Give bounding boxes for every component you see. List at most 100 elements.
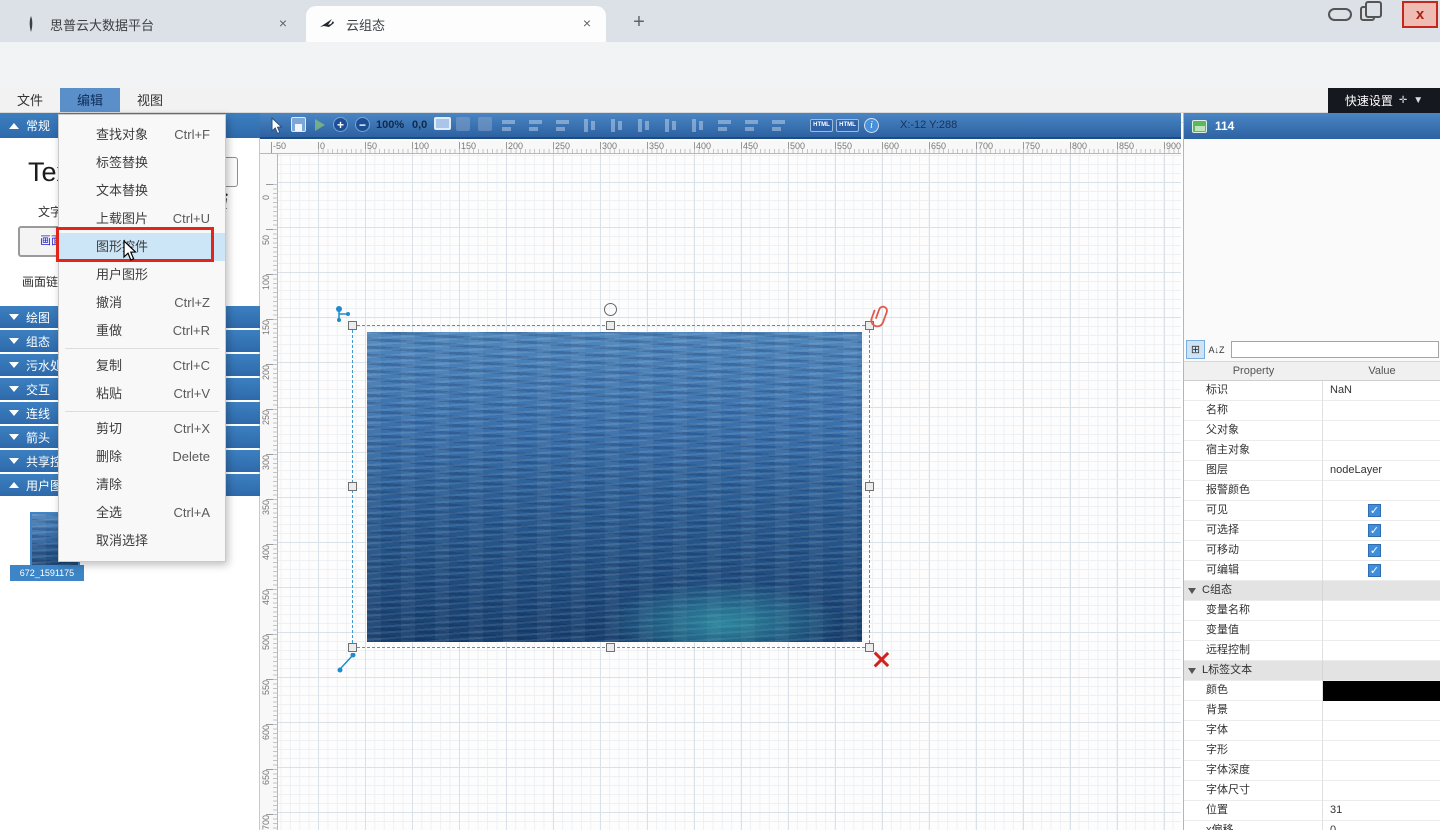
window-close-button[interactable]: x [1402, 1, 1438, 28]
run-icon[interactable] [315, 119, 325, 131]
checkbox-checked-icon[interactable] [1368, 524, 1381, 537]
group-icon[interactable] [456, 117, 470, 131]
edit-menu-item[interactable]: 粘贴Ctrl+V [59, 380, 225, 408]
select-cursor-icon[interactable] [270, 117, 284, 135]
property-value[interactable] [1323, 401, 1440, 421]
edit-menu-item[interactable]: 文本替换 [59, 177, 225, 205]
edit-menu-item[interactable]: 取消选择 [59, 527, 225, 555]
ruler-tick [266, 229, 277, 230]
property-value[interactable] [1323, 481, 1440, 501]
zoom-in-icon[interactable]: + [333, 117, 348, 132]
property-value[interactable] [1323, 521, 1440, 541]
menu-item-shortcut: Ctrl+C [173, 352, 210, 380]
edit-menu-item[interactable]: 标签替换 [59, 149, 225, 177]
checkbox-checked-icon[interactable] [1368, 504, 1381, 517]
ungroup-icon[interactable] [478, 117, 492, 131]
tab-close-icon[interactable]: × [274, 15, 292, 33]
delete-x-icon[interactable] [873, 651, 889, 667]
screen-icon[interactable] [434, 117, 451, 130]
new-tab-button[interactable]: + [626, 10, 652, 36]
menubar-item-2[interactable]: 视图 [120, 88, 180, 112]
ruler-tick [365, 142, 366, 153]
edit-menu-item[interactable]: 删除Delete [59, 443, 225, 471]
property-value[interactable]: 31 [1323, 801, 1440, 821]
property-value[interactable] [1323, 561, 1440, 581]
property-label: 变量值 [1184, 621, 1323, 641]
checkbox-checked-icon[interactable] [1368, 564, 1381, 577]
resize-handle-sw[interactable] [348, 643, 357, 652]
property-value[interactable] [1323, 421, 1440, 441]
align-top-icon[interactable] [581, 117, 599, 134]
menubar-item-1[interactable]: 编辑 [60, 88, 120, 112]
property-filter-input[interactable] [1231, 341, 1439, 358]
resize-handle-s[interactable] [606, 643, 615, 652]
menubar-item-0[interactable]: 文件 [0, 88, 60, 112]
property-value[interactable] [1323, 621, 1440, 641]
edit-menu-item[interactable]: 撤消Ctrl+Z [59, 289, 225, 317]
edit-menu-item[interactable]: 复制Ctrl+C [59, 352, 225, 380]
align-middle-icon[interactable] [608, 117, 626, 134]
property-value[interactable] [1323, 441, 1440, 461]
property-color-swatch[interactable] [1323, 681, 1440, 701]
info-icon[interactable]: i [864, 118, 879, 133]
property-label: x偏移 [1184, 821, 1323, 830]
tab-close-icon[interactable]: × [578, 15, 596, 33]
scale-handle-icon[interactable] [337, 653, 357, 673]
resize-handle-w[interactable] [348, 482, 357, 491]
distribute-v-icon[interactable] [743, 117, 761, 134]
triangle-up-icon [9, 123, 19, 129]
attachment-paperclip-icon[interactable] [869, 304, 891, 328]
pause-icon[interactable] [770, 117, 788, 134]
property-value[interactable] [1323, 501, 1440, 521]
tab-siyun-platform[interactable]: 思普云大数据平台 × [10, 6, 302, 42]
rotate-handle[interactable] [604, 303, 617, 316]
property-value[interactable] [1323, 601, 1440, 621]
resize-handle-e[interactable] [865, 482, 874, 491]
ruler-tick [976, 142, 977, 153]
property-value[interactable] [1323, 721, 1440, 741]
anchor-link-icon[interactable] [335, 305, 357, 325]
property-value[interactable]: NaN [1323, 381, 1440, 401]
align-bottom-icon[interactable] [635, 117, 653, 134]
edit-menu-item[interactable]: 用户图形 [59, 261, 225, 289]
property-value[interactable]: nodeLayer [1323, 461, 1440, 481]
save-icon[interactable] [291, 117, 306, 132]
edit-menu-item[interactable]: 剪切Ctrl+X [59, 415, 225, 443]
property-value[interactable] [1323, 541, 1440, 561]
edit-menu-item[interactable]: 全选Ctrl+A [59, 499, 225, 527]
sidebar-section-label: 组态 [26, 333, 50, 350]
sort-az-icon[interactable]: A↓Z [1207, 340, 1226, 359]
zoom-out-canvas-icon[interactable]: − [355, 117, 370, 132]
edit-menu-item[interactable]: 清除 [59, 471, 225, 499]
checkbox-checked-icon[interactable] [1368, 544, 1381, 557]
align-center-h-icon[interactable] [527, 117, 545, 134]
property-label: C组态 [1184, 581, 1323, 601]
ruler-tick [741, 142, 742, 153]
sidebar-section-label: 常规 [26, 117, 50, 134]
window-minimize-button[interactable] [1328, 8, 1352, 21]
window-restore-button[interactable] [1360, 6, 1375, 21]
distribute-h-icon[interactable] [716, 117, 734, 134]
edit-menu-item[interactable]: 重做Ctrl+R [59, 317, 225, 345]
edit-menu-item[interactable]: 查找对象Ctrl+F [59, 121, 225, 149]
menu-separator [65, 348, 219, 349]
categorize-view-icon[interactable]: ⊞ [1186, 340, 1205, 359]
property-value[interactable] [1323, 641, 1440, 661]
property-row: x偏移0 [1184, 821, 1440, 830]
same-height-icon[interactable] [689, 117, 707, 134]
property-value[interactable] [1323, 761, 1440, 781]
align-right-icon[interactable] [554, 117, 572, 134]
menu-item-label: 标签替换 [96, 149, 148, 177]
property-value[interactable] [1323, 741, 1440, 761]
same-width-icon[interactable] [662, 117, 680, 134]
resize-handle-n[interactable] [606, 321, 615, 330]
property-value[interactable] [1323, 701, 1440, 721]
quick-settings-button[interactable]: 快速设置 ✛ ▼ [1328, 88, 1440, 113]
tab-cloud-scada[interactable]: 云组态 × [306, 6, 606, 42]
property-value[interactable] [1323, 781, 1440, 801]
property-value[interactable]: 0 [1323, 821, 1440, 830]
align-left-icon[interactable] [500, 117, 518, 134]
html-preview-icon[interactable]: HTML [836, 119, 859, 132]
html-export-icon[interactable]: HTML [810, 119, 833, 132]
ruler-tick-label: 0 [320, 141, 325, 151]
